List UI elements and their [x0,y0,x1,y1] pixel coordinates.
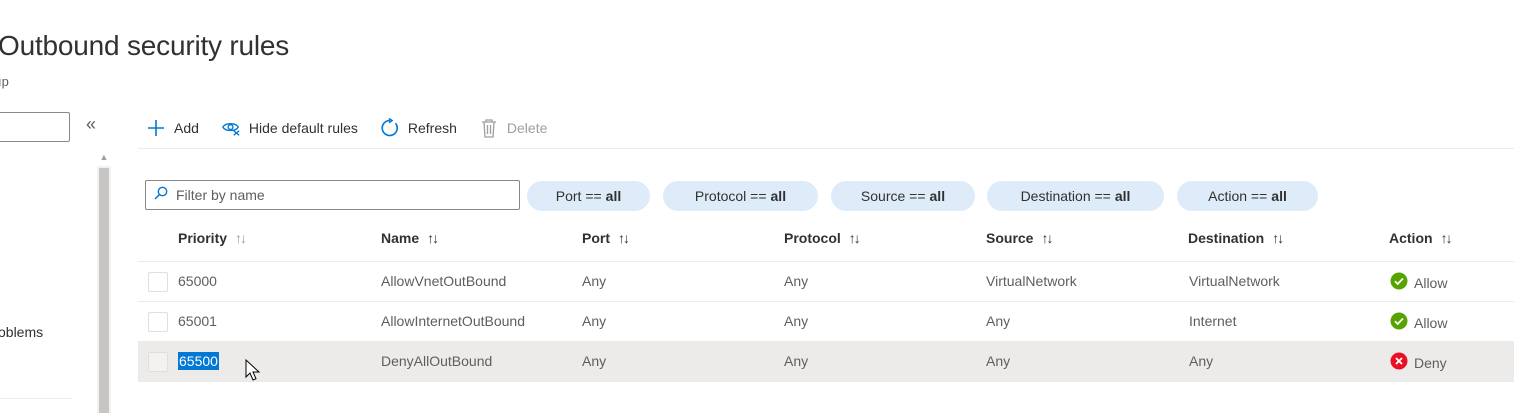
action-cell: Allow [1390,312,1447,333]
nav-search-input[interactable] [0,112,70,142]
column-header-protocol[interactable]: Protocol ↑↓ [784,230,861,246]
sort-icon: ↑↓ [235,230,247,246]
name-cell: AllowInternetOutBound [381,313,525,329]
column-header-label: Port [582,230,610,246]
sort-icon: ↑↓ [1272,230,1284,246]
page-subtitle: ıp [0,74,9,89]
source-filter-pill[interactable]: Source == all [831,181,975,211]
eye-hide-icon [221,118,241,138]
sort-icon: ↑↓ [427,230,439,246]
pill-key: Destination == [1020,188,1111,204]
page-title: Outbound security rules [0,30,290,61]
sort-icon: ↑↓ [618,230,630,246]
pill-value: all [1114,188,1131,204]
port-cell: Any [582,273,607,289]
pill-key: Port == [555,188,602,204]
sort-icon: ↑↓ [1440,230,1453,246]
action-label: Allow [1414,314,1448,331]
destination-cell: Internet [1189,313,1237,329]
name-cell: AllowVnetOutBound [381,273,507,289]
toolbar-divider [138,148,1514,149]
source-cell: VirtualNetwork [986,273,1077,289]
protocol-filter-pill[interactable]: Protocol == all [663,181,818,211]
plus-icon [146,118,166,138]
table-row[interactable]: 65001 AllowInternetOutBound Any Any Any … [138,302,1514,342]
column-header-label: Source [986,230,1034,246]
action-label: Deny [1414,354,1447,371]
priority-cell: 65001 [178,313,217,329]
column-header-port[interactable]: Port ↑↓ [582,230,630,246]
pill-value: all [770,188,787,204]
priority-cell: 65000 [178,273,217,289]
delete-button[interactable]: Delete [479,118,547,138]
collapse-nav-button[interactable]: « [86,114,96,135]
port-cell: Any [582,353,607,369]
priority-cell: 65500 [178,352,219,370]
sort-icon: ↑↓ [848,230,861,246]
nav-item-problems[interactable]: oblems [0,324,43,340]
column-header-source[interactable]: Source ↑↓ [986,230,1053,246]
error-circle-icon [1390,352,1408,373]
port-filter-pill[interactable]: Port == all [527,181,650,211]
hide-default-rules-button[interactable]: Hide default rules [221,118,358,138]
column-header-label: Name [381,230,420,246]
check-circle-icon [1390,272,1408,293]
pill-key: Source == [860,188,926,204]
protocol-cell: Any [784,273,809,289]
column-header-label: Protocol [784,230,841,246]
refresh-button[interactable]: Refresh [380,118,457,138]
pill-value: all [1271,188,1287,204]
pill-key: Action == [1208,188,1268,204]
action-label: Allow [1414,274,1448,291]
action-cell: Allow [1390,272,1447,293]
pill-key: Protocol == [694,188,767,204]
column-header-label: Action [1389,230,1433,246]
filter-by-name-field[interactable] [145,180,520,210]
table-row[interactable]: 65000 AllowVnetOutBound Any Any VirtualN… [138,262,1514,302]
add-button-label: Add [174,120,199,136]
protocol-cell: Any [784,353,809,369]
action-cell: Deny [1390,352,1447,373]
delete-button-label: Delete [506,120,548,136]
column-header-priority[interactable]: Priority ↑↓ [178,230,247,246]
row-checkbox[interactable] [148,312,168,332]
destination-cell: VirtualNetwork [1189,273,1280,289]
source-cell: Any [986,353,1011,369]
protocol-cell: Any [784,313,809,329]
refresh-button-label: Refresh [407,120,457,136]
pill-value: all [605,188,622,204]
column-header-destination[interactable]: Destination ↑↓ [1188,230,1284,246]
name-cell: DenyAllOutBound [381,353,493,369]
hide-default-rules-label: Hide default rules [248,120,358,136]
destination-filter-pill[interactable]: Destination == all [987,181,1164,211]
port-cell: Any [582,313,607,329]
search-icon [154,186,168,205]
action-filter-pill[interactable]: Action == all [1177,181,1318,211]
row-checkbox[interactable] [148,352,168,372]
column-header-name[interactable]: Name ↑↓ [381,230,439,246]
add-button[interactable]: Add [146,118,199,138]
nav-scrollbar-thumb[interactable] [99,168,109,413]
trash-icon [479,118,499,138]
filter-by-name-input[interactable] [176,187,506,203]
source-cell: Any [986,313,1011,329]
column-header-label: Destination [1188,230,1265,246]
column-header-action[interactable]: Action ↑↓ [1389,230,1453,246]
nav-divider [0,398,72,399]
table-row[interactable]: 65500 DenyAllOutBound Any Any Any Any De… [138,342,1514,382]
column-header-label: Priority [178,230,228,246]
destination-cell: Any [1189,353,1214,369]
scroll-up-arrow[interactable]: ▲ [97,150,111,164]
refresh-icon [380,118,400,138]
row-checkbox[interactable] [148,272,168,292]
pill-value: all [929,188,946,204]
mouse-pointer-icon [245,358,261,386]
check-circle-icon [1390,312,1408,333]
sort-icon: ↑↓ [1041,230,1053,246]
command-bar: Add Hide default rules Refresh Delete [146,114,547,142]
